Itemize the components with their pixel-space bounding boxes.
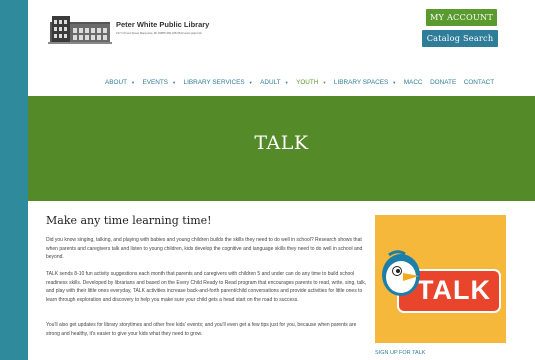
nav-item-label: ADULT [260,78,281,86]
caret-down-icon: ▼ [284,79,289,85]
updates-paragraph: You'll also get updates for library stor… [46,322,357,337]
my-account-button[interactable]: MY ACCOUNT [426,9,497,26]
nav-item-label: LIBRARY SPACES [333,78,389,86]
logo-subtitle: 217 N Front Street Marquette, MI 49855 9… [116,31,202,35]
talk-promo-image[interactable]: TALK [375,215,506,343]
caret-down-icon: ▼ [131,79,135,85]
nav-item-about[interactable]: ABOUT ▼ [105,79,135,86]
intro-paragraph: Did you know singing, talking, and playi… [46,237,363,261]
nav-item-label: CONTACT [463,78,495,86]
hero-banner: TALK [28,96,535,201]
nav-item-label: EVENTS [142,78,169,86]
caret-down-icon: ▼ [172,79,177,85]
nav-item-youth[interactable]: YOUTH ▼ [296,79,326,86]
nav-item-label: DONATE [430,78,457,86]
library-logo[interactable]: Peter White Public Library 217 N Front S… [48,12,233,46]
page-title: TALK [254,132,309,154]
nav-item-library-services[interactable]: LIBRARY SERVICES ▼ [184,79,253,86]
page: Peter White Public Library 217 N Front S… [28,0,535,360]
nav-item-macc[interactable]: MACC [404,79,423,86]
signup-talk-link[interactable]: SIGN UP FOR TALK [375,350,425,356]
caret-down-icon: ▼ [392,79,397,85]
nav-item-contact[interactable]: CONTACT [464,79,494,86]
nav-item-label: LIBRARY SERVICES [183,78,245,86]
caret-down-icon: ▼ [248,79,253,85]
nav-item-donate[interactable]: DONATE [430,79,456,86]
main-nav: ABOUT ▼ EVENTS ▼ LIBRARY SERVICES ▼ ADUL… [105,76,502,88]
logo-title: Peter White Public Library [116,20,210,29]
nav-item-events[interactable]: EVENTS ▼ [142,79,176,86]
nav-item-library-spaces[interactable]: LIBRARY SPACES ▼ [334,79,396,86]
nav-item-label: YOUTH [296,78,319,86]
caret-down-icon: ▼ [322,79,327,85]
nav-item-label: MACC [403,78,423,86]
nav-item-adult[interactable]: ADULT ▼ [260,79,288,86]
library-building-icon [48,16,112,44]
nav-item-label: ABOUT [105,78,128,86]
catalog-search-button[interactable]: Catalog Search [422,30,498,47]
description-paragraph: TALK sends 8-10 fun activity suggestions… [46,271,367,303]
talk-logo-text: TALK [417,275,491,305]
section-heading: Make any time learning time! [46,214,212,227]
bird-mascot-icon [382,250,420,296]
